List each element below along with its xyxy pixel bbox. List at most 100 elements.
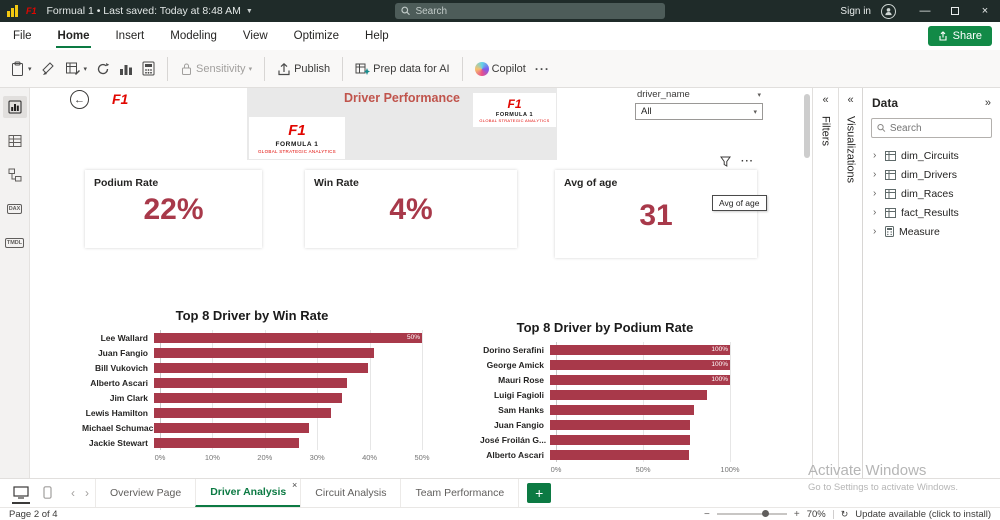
page-tab-overview[interactable]: Overview Page xyxy=(95,479,195,507)
page-tab-driver-analysis[interactable]: Driver Analysis × xyxy=(195,479,301,507)
titlebar-search[interactable] xyxy=(395,3,665,19)
chevron-down-icon[interactable]: ▾ xyxy=(757,91,761,99)
tmdl-view-icon[interactable]: TMDL xyxy=(3,232,27,254)
add-page-button[interactable]: + xyxy=(527,483,552,503)
refresh-button[interactable] xyxy=(96,62,110,76)
close-tab-icon[interactable]: × xyxy=(292,480,297,490)
sign-in-button[interactable]: Sign in xyxy=(840,6,871,17)
menu-file[interactable]: File xyxy=(0,22,45,50)
mobile-layout-icon[interactable] xyxy=(42,483,53,504)
bar[interactable] xyxy=(154,347,374,358)
report-canvas[interactable]: ← F1 Driver Performance F1 FORMULA 1 GLO… xyxy=(30,88,812,478)
publish-button[interactable]: Publish xyxy=(277,62,330,76)
ribbon-more-button[interactable]: ··· xyxy=(535,62,550,76)
menu-modeling[interactable]: Modeling xyxy=(157,22,230,50)
maximize-button[interactable] xyxy=(940,0,970,22)
zoom-slider-knob[interactable] xyxy=(761,510,769,517)
update-link[interactable]: Update available (click to install) xyxy=(855,509,991,520)
chevron-right-icon[interactable]: › xyxy=(873,188,880,199)
bar[interactable] xyxy=(550,389,707,400)
zoom-out-button[interactable]: − xyxy=(704,509,710,520)
search-input[interactable] xyxy=(415,5,659,17)
bar-row[interactable]: Jackie Stewart xyxy=(82,435,422,450)
menu-home[interactable]: Home xyxy=(45,22,103,50)
bar-row[interactable]: Dorino Serafini 100% xyxy=(480,342,730,357)
chevron-right-icon[interactable]: › xyxy=(873,150,880,161)
menu-insert[interactable]: Insert xyxy=(102,22,157,50)
bar-row[interactable]: Bill Vukovich xyxy=(82,360,422,375)
filter-icon[interactable] xyxy=(720,156,731,167)
dax-query-view-icon[interactable]: DAX xyxy=(3,198,27,220)
visualizations-panel-label[interactable]: Visualizations xyxy=(845,116,857,183)
expand-filters-icon[interactable]: « xyxy=(822,94,828,106)
menu-help[interactable]: Help xyxy=(352,22,402,50)
tree-item-dim-drivers[interactable]: › dim_Drivers xyxy=(863,165,1000,184)
bar-row[interactable]: Michael Schumacher xyxy=(82,420,422,435)
bar-row[interactable]: Luigi Fagioli xyxy=(480,387,730,402)
vertical-scrollbar[interactable] xyxy=(804,94,810,158)
tree-item-measure[interactable]: › Measure xyxy=(863,222,1000,241)
prep-data-ai-button[interactable]: Prep data for AI xyxy=(355,62,450,76)
zoom-in-button[interactable]: + xyxy=(794,509,800,520)
page-tab-team-performance[interactable]: Team Performance xyxy=(400,479,520,507)
bar-row[interactable]: George Amick 100% xyxy=(480,357,730,372)
bar-row[interactable]: Juan Fangio xyxy=(480,417,730,432)
bar[interactable]: 50% xyxy=(154,332,422,343)
bar[interactable] xyxy=(154,437,299,448)
desktop-layout-icon[interactable] xyxy=(12,483,30,504)
bar-row[interactable]: José Froilán G... xyxy=(480,432,730,447)
new-visual-button[interactable] xyxy=(119,62,133,76)
bar-row[interactable]: Jim Clark xyxy=(82,390,422,405)
bar[interactable]: 100% xyxy=(550,359,730,370)
get-data-button[interactable]: ▾ xyxy=(65,61,87,76)
kpi-card-win-rate[interactable]: Win Rate 4% xyxy=(305,170,517,248)
bar[interactable]: 100% xyxy=(550,344,730,355)
bar[interactable] xyxy=(154,377,347,388)
bar[interactable]: 100% xyxy=(550,374,730,385)
bar-row[interactable]: Lewis Hamilton xyxy=(82,405,422,420)
menu-view[interactable]: View xyxy=(230,22,281,50)
bar-row[interactable]: Sam Hanks xyxy=(480,402,730,417)
chevron-right-icon[interactable]: › xyxy=(873,226,880,237)
bar[interactable] xyxy=(154,422,310,433)
bar-row[interactable]: Alberto Ascari xyxy=(480,447,730,462)
kpi-card-avg-age[interactable]: Avg of age 31 xyxy=(555,170,757,258)
tree-item-fact-results[interactable]: › fact_Results xyxy=(863,203,1000,222)
page-tab-circuit-analysis[interactable]: Circuit Analysis xyxy=(300,479,400,507)
copilot-button[interactable]: Copilot xyxy=(474,61,526,76)
close-button[interactable]: × xyxy=(970,0,1000,22)
paste-button[interactable]: ▾ xyxy=(10,61,32,77)
next-page-icon[interactable]: › xyxy=(85,486,89,500)
data-search-box[interactable] xyxy=(871,118,992,138)
bar[interactable] xyxy=(154,407,331,418)
collapse-data-panel-icon[interactable]: » xyxy=(985,97,991,109)
bar-row[interactable]: Juan Fangio xyxy=(82,345,422,360)
more-options-icon[interactable]: ··· xyxy=(741,156,754,167)
bar-chart-podium-rate[interactable]: Top 8 Driver by Podium Rate Dorino Seraf… xyxy=(480,320,740,477)
bar[interactable] xyxy=(154,362,369,373)
kpi-card-podium-rate[interactable]: Podium Rate 22% xyxy=(85,170,262,248)
new-measure-button[interactable] xyxy=(142,61,155,76)
bar-row[interactable]: Mauri Rose 100% xyxy=(480,372,730,387)
data-search-input[interactable] xyxy=(889,122,986,134)
bar[interactable] xyxy=(550,404,694,415)
table-view-icon[interactable] xyxy=(3,130,27,152)
bar[interactable] xyxy=(154,392,342,403)
slicer-dropdown[interactable]: All ▾ xyxy=(635,103,763,120)
format-painter-button[interactable] xyxy=(41,61,56,76)
bar[interactable] xyxy=(550,434,691,445)
zoom-slider[interactable] xyxy=(716,510,787,517)
back-button[interactable]: ← xyxy=(70,90,89,109)
filters-panel-label[interactable]: Filters xyxy=(820,116,832,146)
bar-row[interactable]: Alberto Ascari xyxy=(82,375,422,390)
report-view-icon[interactable] xyxy=(2,96,27,118)
minimize-button[interactable]: — xyxy=(910,0,940,22)
expand-visualizations-icon[interactable]: « xyxy=(847,94,853,106)
model-view-icon[interactable] xyxy=(3,164,27,186)
tree-item-dim-circuits[interactable]: › dim_Circuits xyxy=(863,146,1000,165)
share-button[interactable]: Share xyxy=(927,26,992,46)
tree-item-dim-races[interactable]: › dim_Races xyxy=(863,184,1000,203)
chevron-right-icon[interactable]: › xyxy=(873,169,880,180)
bar[interactable] xyxy=(550,419,691,430)
previous-page-icon[interactable]: ‹ xyxy=(71,486,75,500)
